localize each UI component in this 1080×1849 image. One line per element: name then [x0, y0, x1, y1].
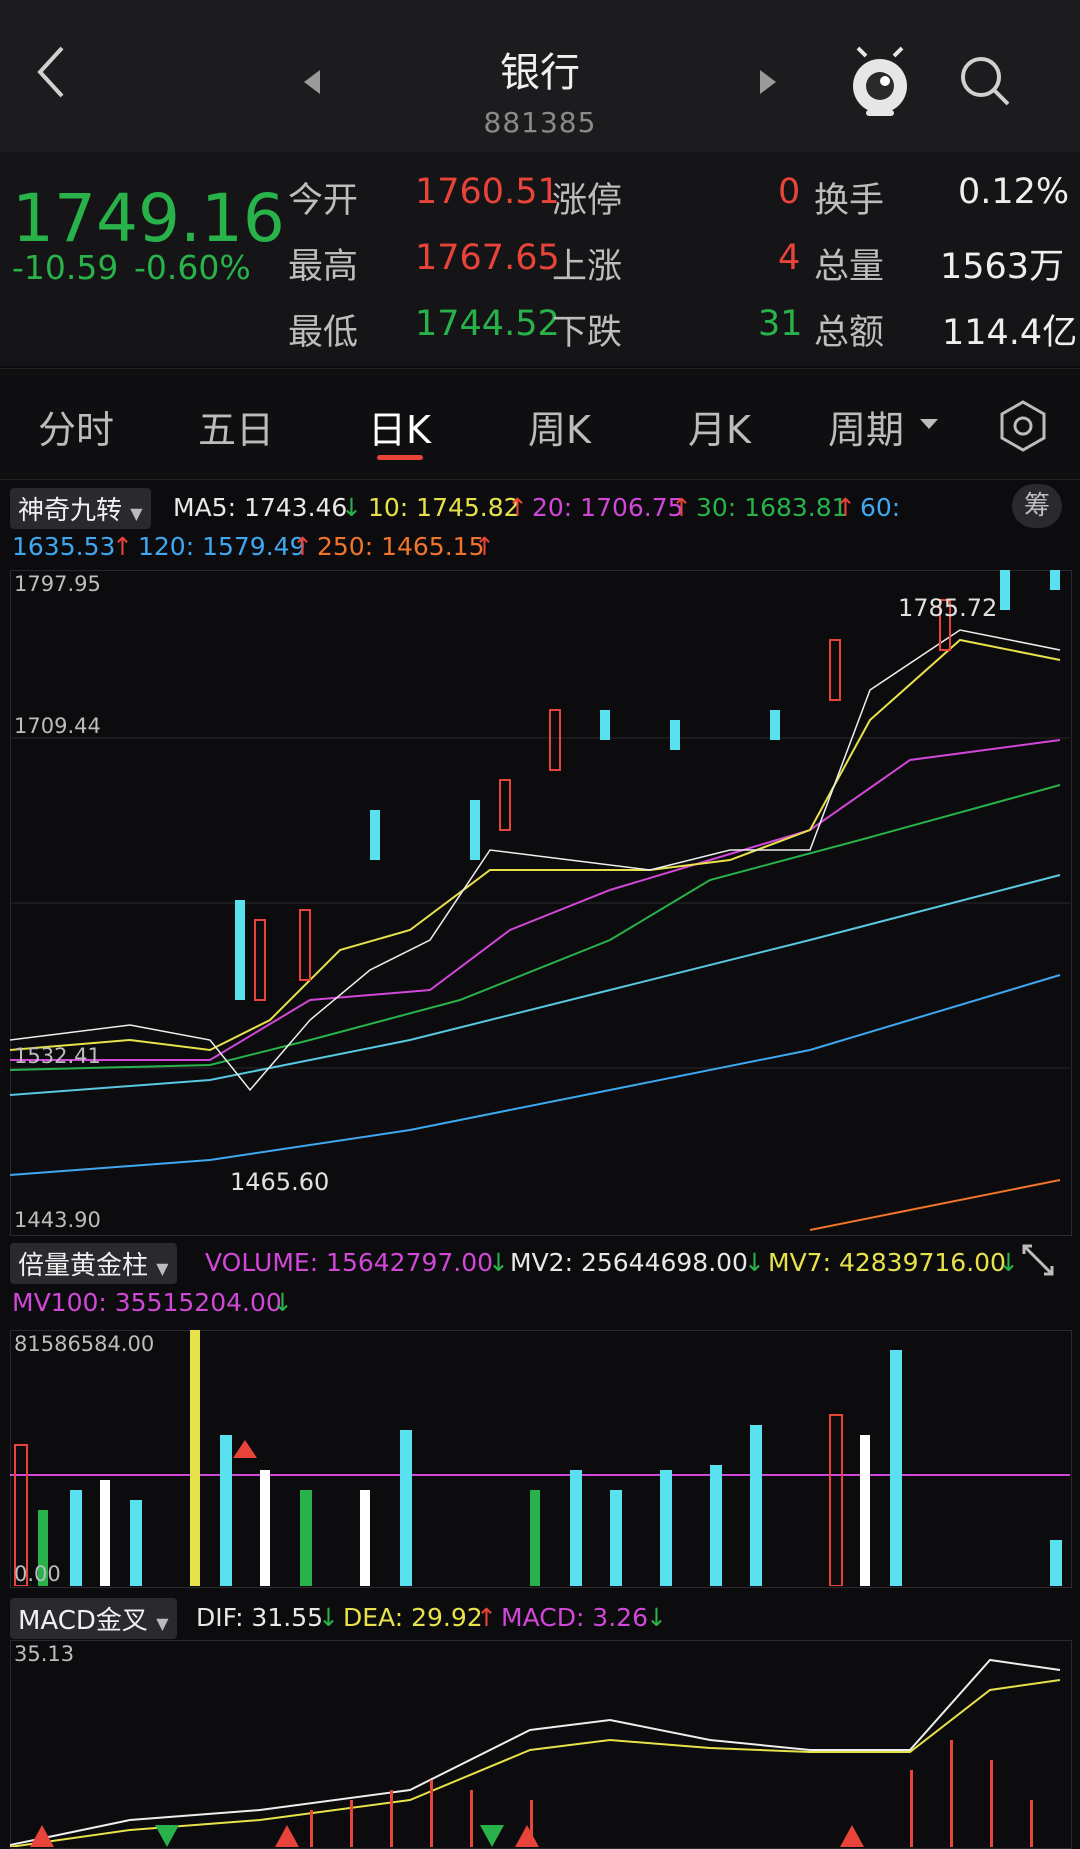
label-turnover: 换手: [814, 181, 885, 221]
active-tab-indicator: [377, 455, 423, 460]
kline-indicator-selector[interactable]: 神奇九转 ▼: [10, 488, 151, 529]
candles: [235, 570, 1060, 1001]
mv7-value: MV7: 42839716.00: [768, 1248, 1006, 1277]
volume-chart[interactable]: [10, 1330, 1070, 1586]
price-change-pct: -0.60%: [134, 248, 251, 287]
quote-panel: 1749.16 -10.59 -0.60% 今开 1760.51 涨停 0 换手…: [0, 152, 1080, 366]
label-amount: 总额: [814, 313, 885, 353]
volume-value: VOLUME: 15642797.00: [205, 1248, 494, 1277]
up-arrow-icon: ↑: [474, 532, 495, 561]
kline-axis-top: 1797.95: [14, 572, 101, 596]
volume-signal-arrow: [233, 1440, 257, 1458]
value-advancers: 4: [778, 238, 801, 278]
macd-axis-top: 35.13: [14, 1642, 75, 1666]
period-tabs: 分时 五日 日K 周K 月K 周期: [0, 368, 1080, 480]
down-arrow-icon: ↓: [744, 1248, 765, 1277]
up-arrow-icon: ↑: [835, 493, 856, 522]
label-advancers: 上涨: [552, 247, 623, 287]
down-arrow-icon: ↓: [272, 1288, 293, 1317]
tab-period[interactable]: 周期: [828, 399, 904, 454]
volume-axis-bottom: 0.00: [14, 1562, 61, 1586]
label-low: 最低: [288, 313, 359, 353]
volume-bars: [14, 1330, 1062, 1586]
kline-axis-bottom: 1443.90: [14, 1208, 101, 1232]
ma20-value: 20: 1706.75: [532, 493, 684, 522]
ma250-value: 250: 1465.15: [317, 532, 485, 561]
value-amount: 114.4亿: [942, 313, 1078, 353]
macd-indicator-selector[interactable]: MACD金叉 ▼: [10, 1598, 177, 1639]
up-arrow-icon: ↑: [292, 532, 313, 561]
label-limit-up: 涨停: [552, 181, 623, 221]
down-arrow-icon: ↓: [318, 1603, 339, 1632]
caret-down-icon: ▼: [130, 504, 143, 523]
chips-badge[interactable]: 筹: [1012, 484, 1062, 528]
label-high: 最高: [288, 247, 359, 287]
dif-value: DIF: 31.55: [196, 1603, 324, 1632]
value-volume: 1563万: [940, 247, 1065, 287]
down-arrow-icon: ↓: [646, 1603, 667, 1632]
down-arrow-icon: ↓: [341, 493, 362, 522]
ma60-value: 1635.53: [12, 532, 116, 561]
kline-indicator-label: 神奇九转: [18, 496, 123, 526]
kline-low-label: 1465.60: [230, 1168, 330, 1196]
macd-chart[interactable]: [10, 1640, 1070, 1847]
volume-axis-top: 81586584.00: [14, 1332, 155, 1356]
macd-indicator-label: MACD金叉: [18, 1606, 148, 1636]
macd-value: MACD: 3.26: [501, 1603, 648, 1632]
price-change: -10.59: [12, 248, 119, 287]
expand-icon[interactable]: [1018, 1240, 1058, 1280]
page-title: 银行: [500, 50, 580, 96]
macd-signal-up-arrow: [515, 1825, 539, 1847]
mv100-value: MV100: 35515204.00: [12, 1288, 282, 1317]
top-nav-bar: 银行 881385: [0, 0, 1080, 152]
label-open: 今开: [288, 181, 359, 221]
value-turnover: 0.12%: [958, 172, 1070, 212]
tab-weekly-k[interactable]: 周K: [528, 399, 591, 454]
macd-histogram: [310, 1740, 1033, 1847]
kline-axis-mid: 1709.44: [14, 714, 101, 738]
up-arrow-icon: ↑: [507, 493, 528, 522]
dea-value: DEA: 29.92: [343, 1603, 483, 1632]
next-triangle-icon[interactable]: [756, 68, 780, 98]
value-decliners: 31: [758, 304, 803, 344]
ma30-value: 30: 1683.81: [696, 493, 848, 522]
tab-daily-k[interactable]: 日K: [368, 399, 431, 454]
value-open: 1760.51: [415, 172, 560, 212]
ma5-value: MA5: 1743.46: [173, 493, 348, 522]
tab-five-day[interactable]: 五日: [198, 399, 274, 454]
settings-hexagon-icon[interactable]: [996, 399, 1050, 453]
current-price: 1749.16: [12, 180, 285, 257]
value-limit-up: 0: [778, 172, 801, 212]
ma120-value: 120: 1579.49: [138, 532, 306, 561]
caret-down-icon: ▼: [156, 1259, 169, 1278]
chevron-down-icon[interactable]: [918, 417, 940, 431]
value-high: 1767.65: [415, 238, 560, 278]
macd-signal-up-arrow: [275, 1825, 299, 1847]
robot-eye-icon[interactable]: [848, 44, 912, 120]
down-arrow-icon: ↓: [998, 1248, 1019, 1277]
macd-signal-up-arrow: [840, 1825, 864, 1847]
index-code: 881385: [483, 106, 597, 139]
kline-chart[interactable]: [10, 570, 1070, 1234]
volume-indicator-label: 倍量黄金柱: [18, 1251, 149, 1281]
up-arrow-icon: ↑: [671, 493, 692, 522]
down-arrow-icon: ↓: [488, 1248, 509, 1277]
label-volume: 总量: [814, 247, 885, 287]
tab-intraday[interactable]: 分时: [38, 399, 114, 454]
up-arrow-icon: ↑: [112, 532, 133, 561]
mv2-value: MV2: 25644698.00: [510, 1248, 748, 1277]
macd-signal-down-arrow: [480, 1825, 504, 1847]
up-arrow-icon: ↑: [476, 1603, 497, 1632]
volume-indicator-selector[interactable]: 倍量黄金柱 ▼: [10, 1243, 177, 1284]
kline-high-label: 1785.72: [898, 594, 998, 622]
label-decliners: 下跌: [552, 313, 623, 353]
tab-monthly-k[interactable]: 月K: [688, 399, 751, 454]
ma60-label: 60:: [860, 493, 901, 522]
search-icon[interactable]: [956, 52, 1016, 112]
macd-signal-down-arrow: [155, 1825, 179, 1847]
value-low: 1744.52: [415, 304, 560, 344]
ma10-value: 10: 1745.82: [368, 493, 520, 522]
caret-down-icon: ▼: [156, 1614, 169, 1633]
kline-axis-low: 1532.41: [14, 1044, 101, 1068]
